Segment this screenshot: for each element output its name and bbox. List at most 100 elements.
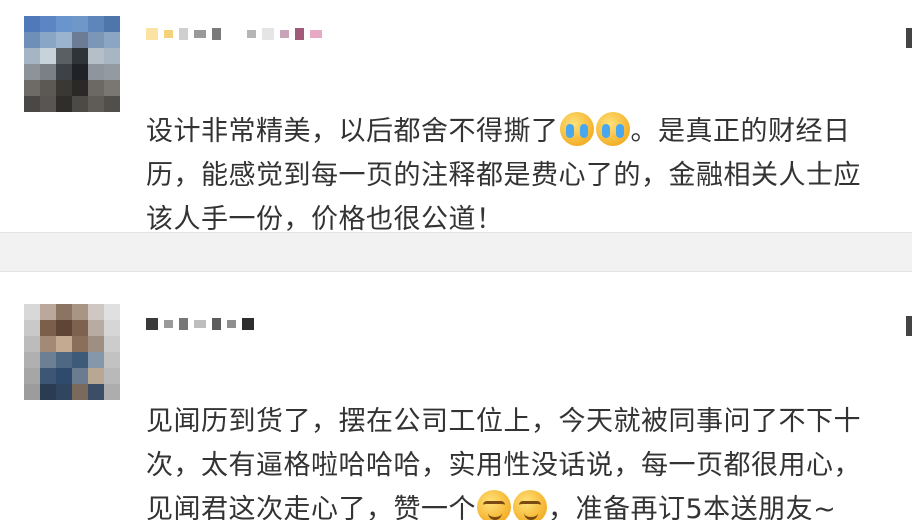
avatar-pixel [40, 96, 56, 112]
username-pixel [247, 30, 256, 38]
avatar-pixel-row [24, 32, 120, 48]
avatar-pixel [24, 336, 40, 352]
avatar-pixel [40, 368, 56, 384]
avatar-pixel [104, 352, 120, 368]
avatar-pixel [56, 96, 72, 112]
avatar[interactable] [24, 16, 120, 112]
avatar-pixel [56, 304, 72, 320]
avatar-pixel-row [24, 80, 120, 96]
crying-face-icon [595, 112, 630, 146]
avatar-pixel [40, 304, 56, 320]
avatar-pixel [40, 64, 56, 80]
comment-feed: 设计非常精美，以后都舍不得撕了 。是真正的财经日历，能感觉到每一页的注释都是费心了… [0, 0, 912, 520]
comment-text-part: 设计非常精美，以后都舍不得撕了 [146, 116, 559, 147]
avatar-pixel [104, 48, 120, 64]
avatar-pixel [104, 384, 120, 400]
avatar-pixel-row [24, 320, 120, 336]
avatar-pixel [88, 336, 104, 352]
smirking-face-icon [477, 490, 511, 520]
avatar-pixel [72, 352, 88, 368]
avatar-pixel [104, 16, 120, 32]
avatar-pixel [24, 320, 40, 336]
avatar-pixel [72, 368, 88, 384]
username-pixel [212, 28, 221, 40]
avatar-pixel [104, 32, 120, 48]
username-pixel [194, 30, 206, 38]
avatar-pixel [40, 80, 56, 96]
avatar-pixel [72, 320, 88, 336]
avatar-pixel-row [24, 64, 120, 80]
avatar-pixel [40, 16, 56, 32]
avatar-pixel-row [24, 304, 120, 320]
avatar-pixel-row [24, 336, 120, 352]
avatar-pixel [40, 336, 56, 352]
avatar-pixel [56, 352, 72, 368]
avatar-pixel-row [24, 96, 120, 112]
avatar-pixel [72, 80, 88, 96]
avatar-pixel [104, 80, 120, 96]
divider [0, 232, 912, 272]
avatar-pixel-row [24, 352, 120, 368]
comment-item: 见闻历到货了，摆在公司工位上，今天就被同事问了不下十次，太有逼格啦哈哈哈，实用性… [0, 274, 912, 520]
username-pixel [146, 28, 158, 40]
avatar-pixel [88, 304, 104, 320]
avatar-pixel [24, 48, 40, 64]
username-pixel [164, 320, 173, 328]
avatar-pixel [24, 16, 40, 32]
avatar-pixel-row [24, 16, 120, 32]
avatar-pixel [88, 384, 104, 400]
username-pixel [179, 318, 188, 330]
avatar-pixel [56, 64, 72, 80]
avatar-pixel [40, 32, 56, 48]
avatar-pixel [72, 32, 88, 48]
avatar-pixel [24, 64, 40, 80]
username-pixelated[interactable] [146, 304, 254, 344]
avatar-pixel [24, 80, 40, 96]
avatar-pixel [56, 320, 72, 336]
username-pixel [146, 318, 158, 330]
avatar-pixel [72, 384, 88, 400]
avatar-pixel-row [24, 48, 120, 64]
avatar-pixel [72, 96, 88, 112]
username-pixel [227, 320, 236, 328]
avatar-pixel [56, 16, 72, 32]
avatar-pixel [40, 48, 56, 64]
avatar-pixel [72, 304, 88, 320]
avatar-pixel [24, 304, 40, 320]
username-pixel [310, 30, 322, 38]
crying-face-icon [559, 112, 594, 146]
avatar-pixel [88, 64, 104, 80]
avatar-pixel [56, 336, 72, 352]
avatar-pixel [40, 384, 56, 400]
username-pixel [242, 318, 254, 330]
smirking-face-icon [513, 490, 547, 520]
avatar-pixel [88, 352, 104, 368]
avatar-pixel [88, 96, 104, 112]
like-icon[interactable] [906, 316, 912, 336]
avatar[interactable] [24, 304, 120, 400]
avatar-pixel [88, 48, 104, 64]
avatar-pixel-row [24, 384, 120, 400]
avatar-pixel [56, 80, 72, 96]
avatar-pixel [104, 64, 120, 80]
avatar-pixel [24, 96, 40, 112]
avatar-pixel [104, 368, 120, 384]
username-pixel [212, 318, 221, 330]
avatar-pixel [104, 96, 120, 112]
avatar-pixel [56, 48, 72, 64]
like-icon[interactable] [906, 28, 912, 48]
avatar-pixel [88, 32, 104, 48]
avatar-pixel [40, 352, 56, 368]
avatar-pixel [88, 80, 104, 96]
avatar-pixel [24, 352, 40, 368]
avatar-pixel [24, 384, 40, 400]
avatar-pixel [104, 304, 120, 320]
username-pixel [164, 30, 173, 38]
avatar-pixel [104, 320, 120, 336]
avatar-pixel [72, 336, 88, 352]
comment-text-part: ，准备再订5本送朋友~ [548, 494, 837, 520]
username-pixelated[interactable] [146, 14, 322, 54]
avatar-pixel [56, 368, 72, 384]
avatar-pixel [56, 384, 72, 400]
username-pixel [295, 28, 304, 40]
